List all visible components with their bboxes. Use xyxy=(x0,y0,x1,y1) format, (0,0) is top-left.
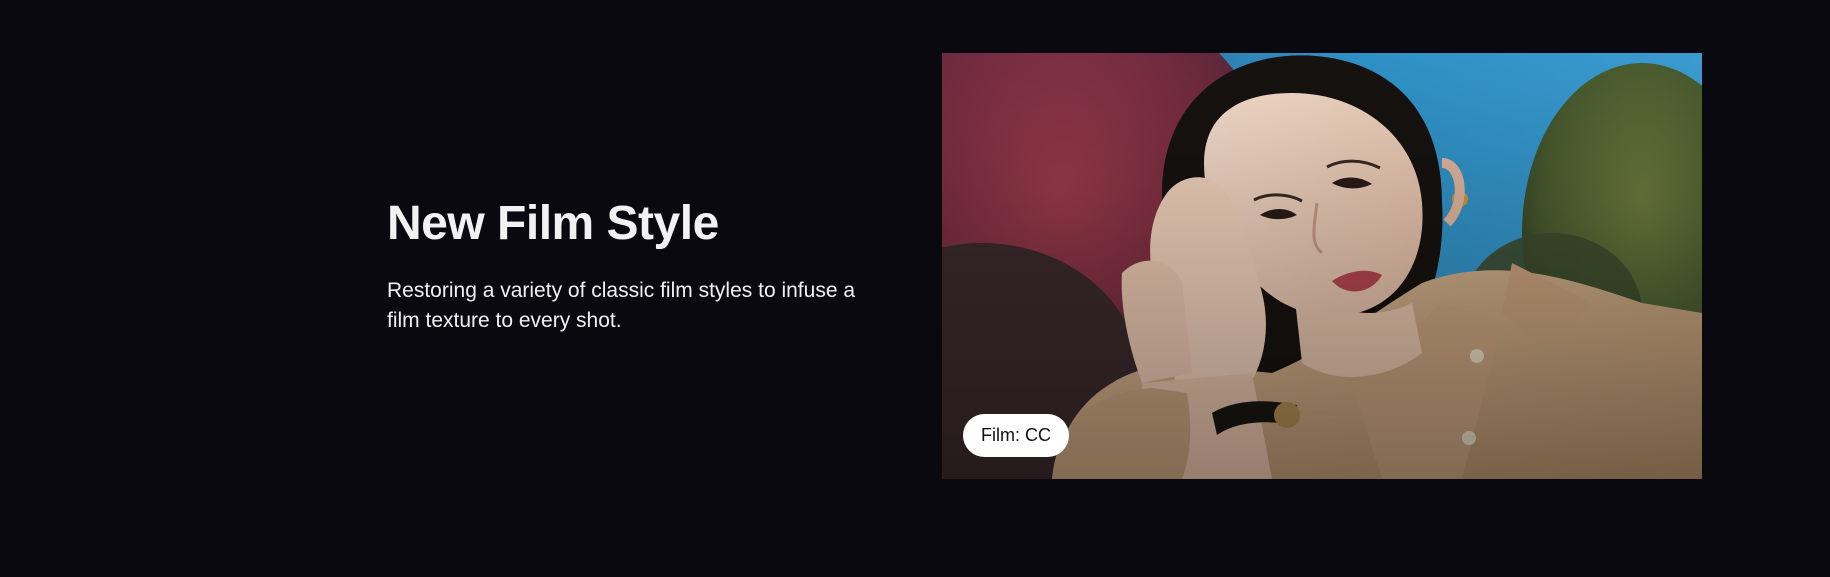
sample-photo: Film: CC xyxy=(942,53,1702,479)
film-style-badge: Film: CC xyxy=(963,414,1069,457)
feature-title: New Film Style xyxy=(387,197,719,250)
feature-text-block: New Film Style Restoring a variety of cl… xyxy=(387,196,887,336)
film-style-section: New Film Style Restoring a variety of cl… xyxy=(0,0,1830,577)
feature-description: Restoring a variety of classic film styl… xyxy=(387,279,856,332)
